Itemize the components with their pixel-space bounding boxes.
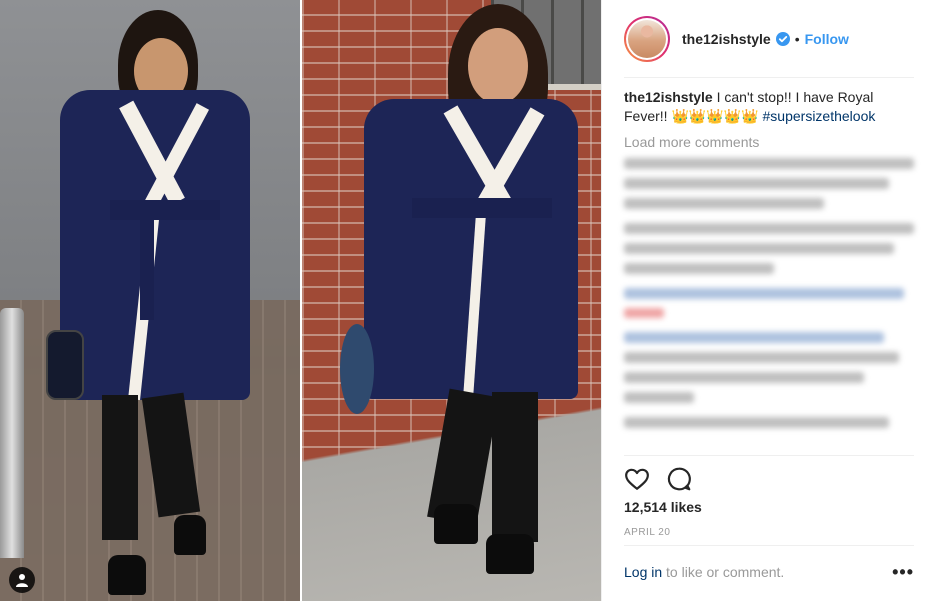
comment-bubble-icon[interactable] [666, 466, 692, 492]
post-photo[interactable] [0, 0, 601, 601]
ellipsis-icon[interactable]: ••• [892, 562, 914, 583]
comments-list: the12ishstyle I can't stop!! I have Roya… [624, 88, 916, 437]
hashtag-link[interactable]: #supersizethelook [763, 108, 876, 124]
post-actions [624, 466, 692, 492]
bollard [0, 308, 24, 558]
likes-count[interactable]: 12,514 likes [624, 499, 702, 515]
person-icon [16, 574, 28, 587]
follow-button[interactable]: Follow [805, 31, 849, 47]
actions-divider [624, 455, 914, 456]
post-sidebar: the12ishstyle • Follow the12ishstyle I c… [601, 0, 936, 601]
post-date[interactable]: APRIL 20 [624, 527, 670, 538]
post-header: the12ishstyle • Follow [602, 0, 936, 77]
left-photo-panel [0, 0, 300, 601]
left-person [46, 10, 260, 600]
separator-dot: • [794, 30, 800, 47]
heart-icon[interactable] [624, 466, 650, 492]
verified-badge-icon [775, 31, 790, 46]
user-tag-button[interactable] [9, 567, 35, 593]
right-person [340, 4, 582, 594]
load-more-comments-button[interactable]: Load more comments [624, 134, 916, 150]
header-divider [624, 77, 914, 78]
login-divider [624, 545, 914, 546]
login-prompt: Log in to like or comment. [624, 564, 784, 580]
right-photo-panel [302, 0, 601, 601]
username-link[interactable]: the12ishstyle [682, 31, 771, 47]
avatar[interactable] [624, 15, 670, 62]
login-link[interactable]: Log in [624, 564, 662, 580]
blurred-comments [624, 158, 916, 428]
caption-username[interactable]: the12ishstyle [624, 89, 713, 105]
caption: the12ishstyle I can't stop!! I have Roya… [624, 88, 916, 126]
login-prompt-text: to like or comment. [662, 564, 785, 580]
